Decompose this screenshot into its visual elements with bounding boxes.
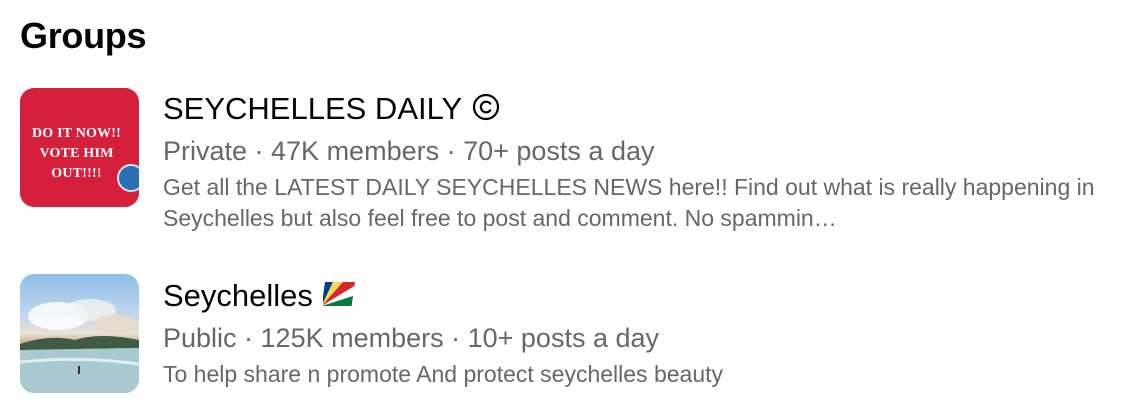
island-beach-photo [20, 299, 139, 393]
group-name-line: SEYCHELLES DAILY [163, 88, 1131, 130]
group-info: Seychelles Public · 125K members · 10+ p… [163, 274, 1131, 390]
group-name-line: Seychelles [163, 275, 1131, 317]
section-title: Groups [20, 15, 147, 56]
group-name[interactable]: Seychelles [163, 276, 313, 316]
copyright-circle-icon [472, 93, 500, 126]
thumbnail-badge [117, 164, 139, 192]
group-thumbnail[interactable] [20, 274, 139, 393]
group-description: Get all the LATEST DAILY SEYCHELLES NEWS… [163, 174, 1095, 231]
group-description: To help share n promote And protect seyc… [163, 361, 724, 387]
seychelles-flag-icon [321, 281, 355, 311]
group-info: SEYCHELLES DAILY Private · 47K members ·… [163, 88, 1131, 234]
group-name[interactable]: SEYCHELLES DAILY [163, 89, 462, 129]
group-thumbnail[interactable]: DO IT NOW!! VOTE HIM OUT!!!! [20, 88, 139, 207]
group-meta: Public · 125K members · 10+ posts a day [163, 323, 659, 353]
thumbnail-line-1: DO IT NOW!! [31, 126, 122, 141]
group-meta: Private · 47K members · 70+ posts a day [163, 136, 655, 166]
